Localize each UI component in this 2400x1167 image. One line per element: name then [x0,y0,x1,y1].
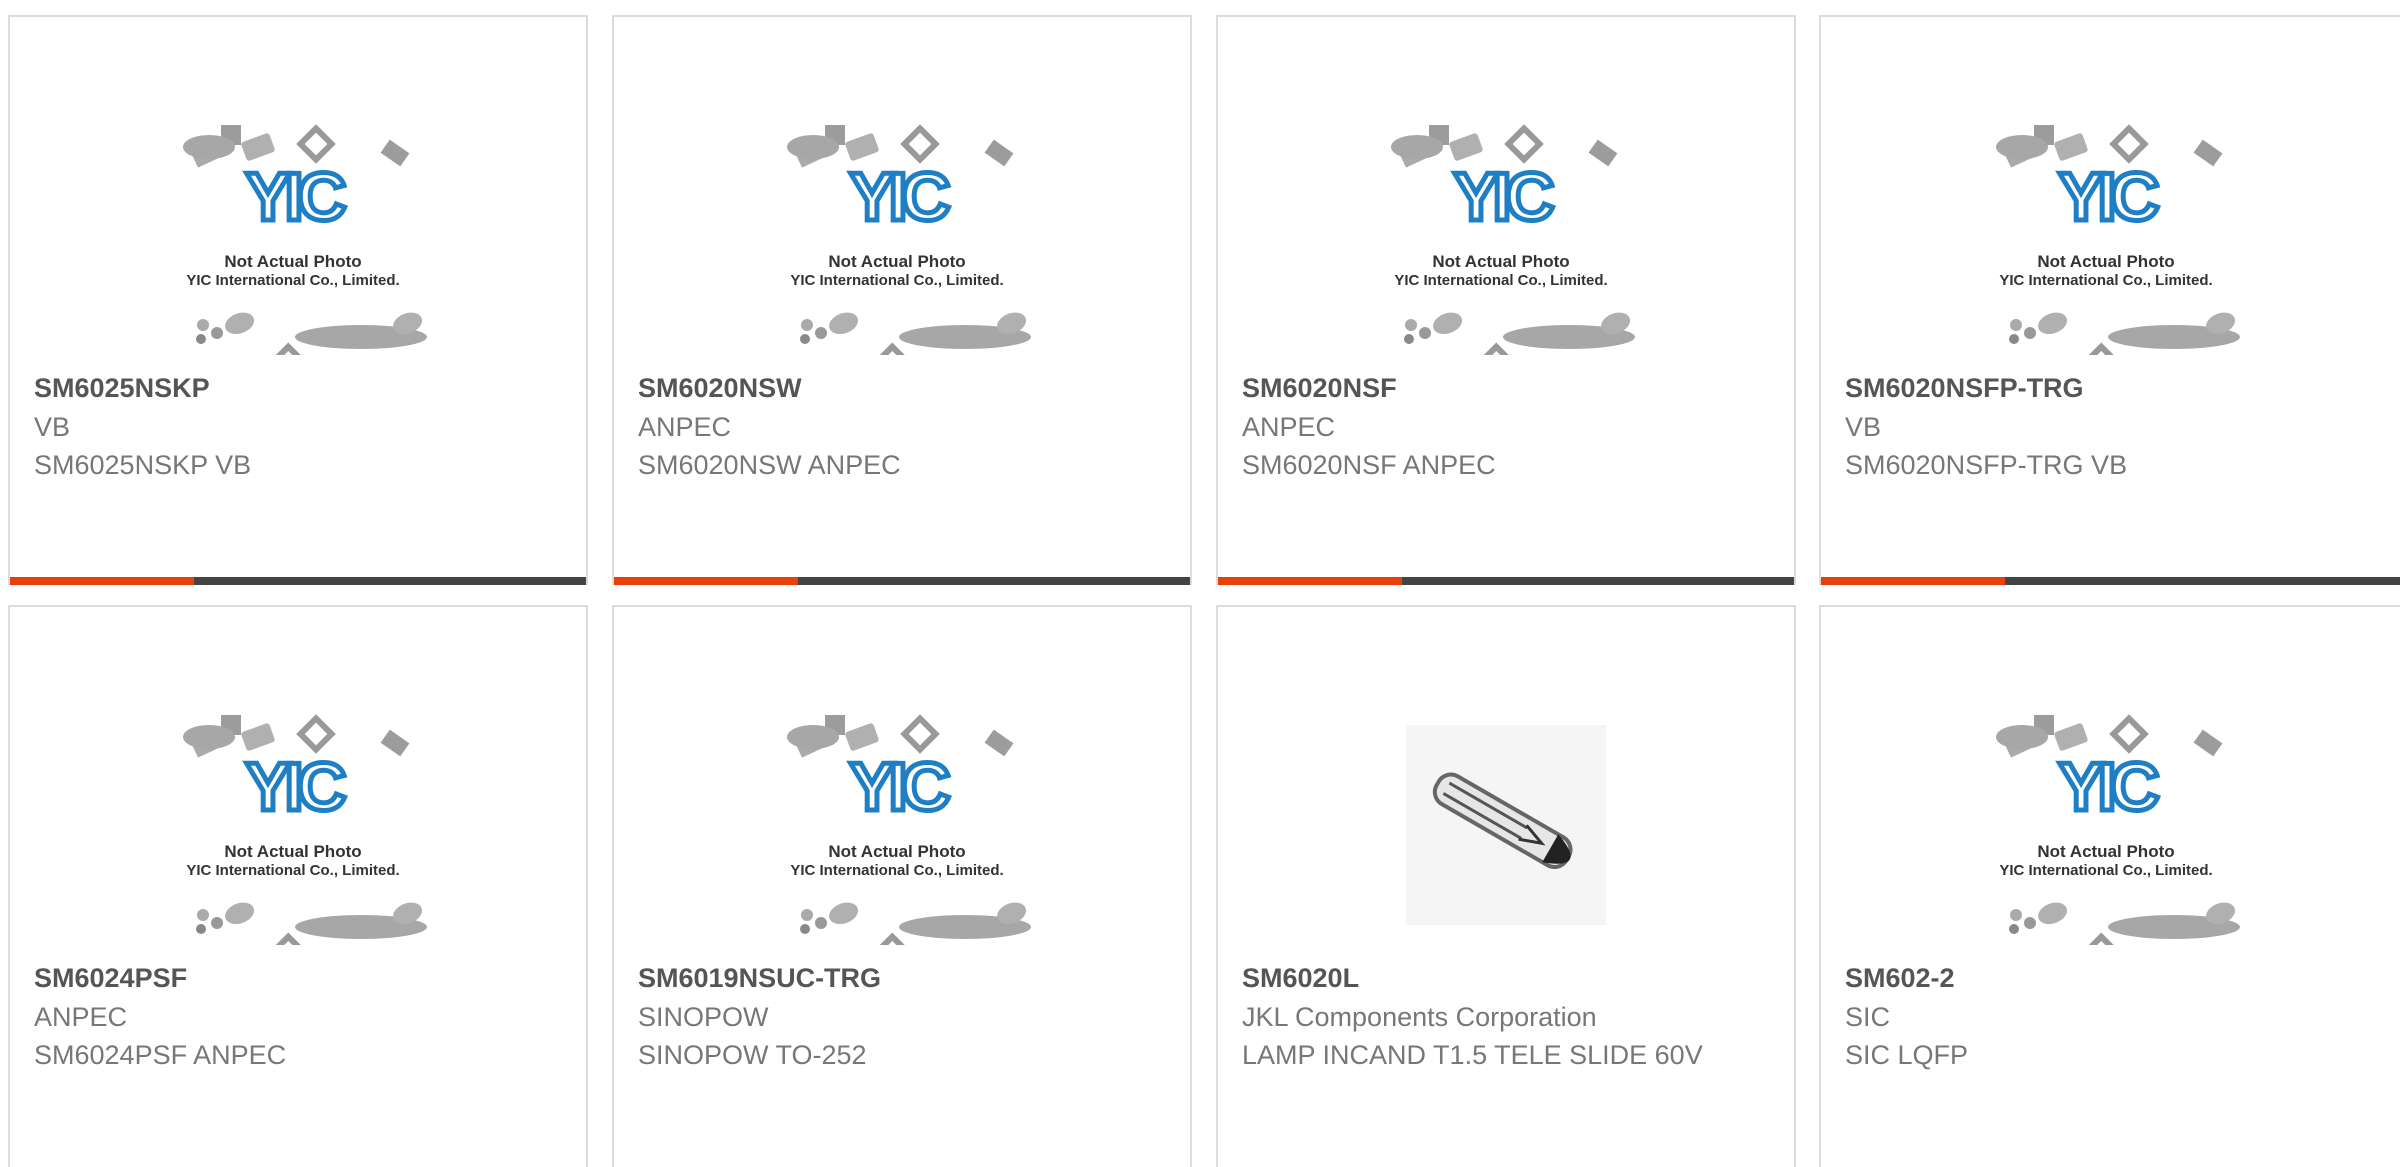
svg-text:Not Actual Photo: Not Actual Photo [224,252,361,271]
card-bottom-bar [1218,577,1794,585]
svg-text:YIC: YIC [1453,159,1553,235]
product-description: SM6020NSFP-TRG VB [1845,450,2128,480]
product-grid: YIC Not Actual Photo YIC International C… [0,0,2400,1167]
product-card[interactable]: YIC Not Actual Photo YIC International C… [1819,605,2400,1167]
product-card[interactable]: YIC Not Actual Photo YIC International C… [8,605,588,1167]
product-image-placeholder[interactable]: YIC Not Actual Photo YIC International C… [10,695,586,955]
card-accent-bar [614,577,798,585]
product-description: LAMP INCAND T1.5 TELE SLIDE 60V [1242,1040,1703,1070]
product-image-placeholder[interactable]: YIC Not Actual Photo YIC International C… [1821,105,2400,365]
not-actual-photo-graphic: YIC Not Actual Photo YIC International C… [183,714,427,945]
card-accent-bar [10,577,194,585]
product-card[interactable]: YIC Not Actual Photo YIC International C… [1216,15,1796,585]
not-actual-photo-graphic: YIC Not Actual Photo YIC International C… [1995,714,2240,945]
product-manufacturer: ANPEC [1242,412,1336,442]
product-part-number[interactable]: SM6020NSFP-TRG [1845,373,2084,404]
svg-text:YIC International Co., Limited: YIC International Co., Limited. [1999,862,2212,879]
product-manufacturer: ANPEC [638,412,732,442]
card-bottom-bar [1821,577,2400,585]
product-description: SM6020NSW ANPEC [638,450,901,480]
product-description: SM6024PSF ANPEC [34,1040,287,1070]
product-part-number[interactable]: SM6020NSF [1242,373,1397,404]
svg-text:Not Actual Photo: Not Actual Photo [828,842,965,861]
svg-text:YIC International Co., Limited: YIC International Co., Limited. [1999,272,2212,289]
card-accent-bar [1821,577,2005,585]
product-card[interactable]: YIC Not Actual Photo YIC International C… [612,15,1192,585]
product-part-number[interactable]: SM6019NSUC-TRG [638,963,881,994]
card-bottom-bar [10,577,586,585]
card-bottom-bar [614,577,1190,585]
product-part-number[interactable]: SM6020L [1242,963,1359,994]
svg-text:YIC International Co., Limited: YIC International Co., Limited. [186,272,399,289]
product-image-placeholder[interactable]: YIC Not Actual Photo YIC International C… [1218,105,1794,365]
product-image-placeholder[interactable]: YIC Not Actual Photo YIC International C… [1821,695,2400,955]
product-image-placeholder[interactable]: YIC Not Actual Photo YIC International C… [10,105,586,365]
product-manufacturer: VB [34,412,71,442]
not-actual-photo-graphic: YIC Not Actual Photo YIC International C… [1391,124,1635,355]
product-description: SM6020NSF ANPEC [1242,450,1496,480]
product-card[interactable]: SM6020L JKL Components Corporation LAMP … [1216,605,1796,1167]
svg-text:YIC International Co., Limited: YIC International Co., Limited. [790,272,1003,289]
product-description: SM6025NSKP VB [34,450,252,480]
product-image-placeholder[interactable]: YIC Not Actual Photo YIC International C… [614,695,1190,955]
svg-text:YIC: YIC [2058,749,2158,825]
svg-text:YIC: YIC [245,159,345,235]
product-description: SIC LQFP [1845,1040,1969,1070]
svg-text:YIC: YIC [849,749,949,825]
not-actual-photo-graphic: YIC Not Actual Photo YIC International C… [787,714,1031,945]
product-manufacturer: SIC [1845,1002,1891,1032]
svg-text:YIC: YIC [245,749,345,825]
not-actual-photo-graphic: YIC Not Actual Photo YIC International C… [1995,124,2240,355]
product-manufacturer: JKL Components Corporation [1242,1002,1597,1032]
svg-text:YIC International Co., Limited: YIC International Co., Limited. [1394,272,1607,289]
svg-text:YIC: YIC [2058,159,2158,235]
product-card[interactable]: YIC Not Actual Photo YIC International C… [1819,15,2400,585]
product-card[interactable]: YIC Not Actual Photo YIC International C… [8,15,588,585]
svg-text:Not Actual Photo: Not Actual Photo [2037,252,2174,271]
svg-text:Not Actual Photo: Not Actual Photo [224,842,361,861]
product-image-lamp[interactable] [1218,695,1794,955]
svg-text:YIC International Co., Limited: YIC International Co., Limited. [186,862,399,879]
product-description: SINOPOW TO-252 [638,1040,867,1070]
product-manufacturer: SINOPOW [638,1002,769,1032]
product-card[interactable]: YIC Not Actual Photo YIC International C… [612,605,1192,1167]
product-part-number[interactable]: SM6020NSW [638,373,802,404]
product-manufacturer: ANPEC [34,1002,128,1032]
card-accent-bar [1218,577,1402,585]
product-part-number[interactable]: SM6025NSKP [34,373,210,404]
product-image-placeholder[interactable]: YIC Not Actual Photo YIC International C… [614,105,1190,365]
svg-text:YIC: YIC [849,159,949,235]
product-part-number[interactable]: SM6024PSF [34,963,187,994]
lamp-photo [1406,725,1606,925]
svg-text:Not Actual Photo: Not Actual Photo [828,252,965,271]
not-actual-photo-graphic: YIC Not Actual Photo YIC International C… [787,124,1031,355]
product-manufacturer: VB [1845,412,1882,442]
svg-text:Not Actual Photo: Not Actual Photo [1432,252,1569,271]
product-part-number[interactable]: SM602-2 [1845,963,1955,994]
not-actual-photo-graphic: YIC Not Actual Photo YIC International C… [183,124,427,355]
svg-text:Not Actual Photo: Not Actual Photo [2037,842,2174,861]
svg-text:YIC International Co., Limited: YIC International Co., Limited. [790,862,1003,879]
